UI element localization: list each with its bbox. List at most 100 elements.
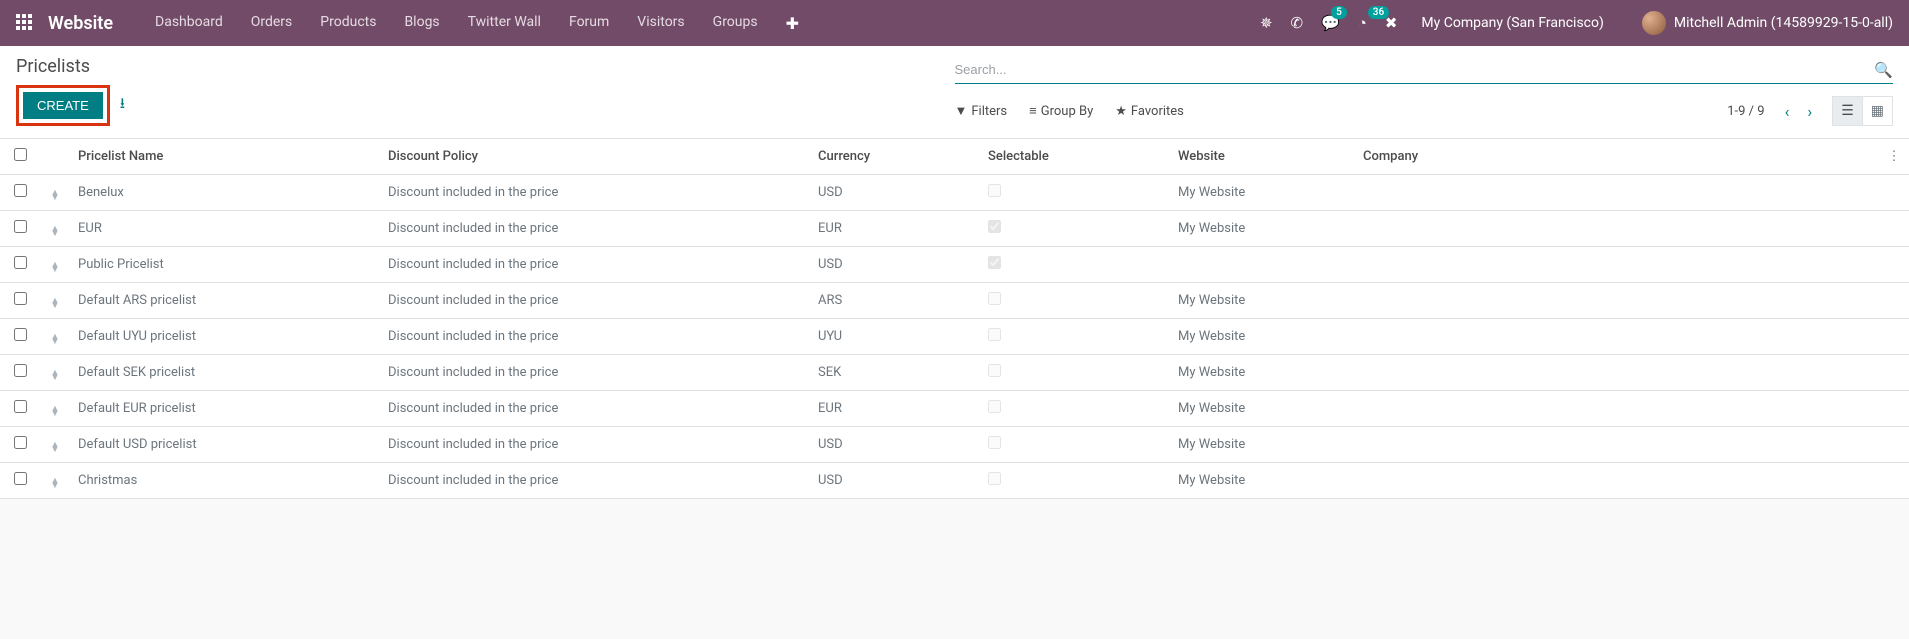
- cell-name: Christmas: [70, 463, 380, 499]
- pager-text: 1-9 / 9: [1727, 104, 1764, 119]
- table-row[interactable]: ▲▼Default UYU pricelistDiscount included…: [0, 319, 1909, 355]
- chat-icon[interactable]: 💬5: [1321, 14, 1340, 32]
- nav-menu: Dashboard Orders Products Blogs Twitter …: [141, 14, 813, 33]
- control-panel: Pricelists CREATE ⭳ 🔍 ▼ Filters ≡ Group …: [0, 46, 1909, 139]
- cell-selectable-checkbox: [988, 328, 1001, 341]
- nav-visitors[interactable]: Visitors: [623, 14, 698, 33]
- pager-prev-icon[interactable]: ‹: [1779, 98, 1796, 125]
- header-currency[interactable]: Currency: [810, 139, 980, 175]
- phone-icon[interactable]: ✆: [1291, 14, 1304, 32]
- header-selectable[interactable]: Selectable: [980, 139, 1170, 175]
- view-switcher: ☰ ▦: [1832, 96, 1893, 126]
- cell-website: My Website: [1170, 211, 1355, 247]
- column-menu-icon[interactable]: ⋮: [1879, 139, 1909, 175]
- nav-forum[interactable]: Forum: [555, 14, 623, 33]
- groupby-button[interactable]: ≡ Group By: [1029, 103, 1093, 119]
- tools-icon[interactable]: ✖: [1385, 14, 1398, 32]
- user-name: Mitchell Admin (14589929-15-0-all): [1674, 15, 1893, 31]
- search-input[interactable]: [955, 56, 1875, 83]
- clock-icon[interactable]: ◔36: [1358, 14, 1367, 32]
- cell-currency: SEK: [810, 355, 980, 391]
- table-row[interactable]: ▲▼Default USD pricelistDiscount included…: [0, 427, 1909, 463]
- row-checkbox[interactable]: [14, 256, 27, 269]
- cell-currency: ARS: [810, 283, 980, 319]
- favorites-button[interactable]: ★ Favorites: [1115, 104, 1184, 119]
- nav-orders[interactable]: Orders: [237, 14, 307, 33]
- table-row[interactable]: ▲▼Public PricelistDiscount included in t…: [0, 247, 1909, 283]
- list-view-button[interactable]: ☰: [1833, 97, 1863, 125]
- cell-name: Default SEK pricelist: [70, 355, 380, 391]
- cell-company: [1355, 283, 1879, 319]
- row-checkbox[interactable]: [14, 436, 27, 449]
- table-row[interactable]: ▲▼Default ARS pricelistDiscount included…: [0, 283, 1909, 319]
- cell-website: My Website: [1170, 355, 1355, 391]
- search-icon[interactable]: 🔍: [1874, 61, 1893, 79]
- drag-handle-icon[interactable]: ▲▼: [40, 319, 70, 355]
- nav-twitter-wall[interactable]: Twitter Wall: [454, 14, 555, 33]
- drag-handle-icon[interactable]: ▲▼: [40, 427, 70, 463]
- table-row[interactable]: ▲▼EURDiscount included in the priceEURMy…: [0, 211, 1909, 247]
- cell-selectable-checkbox: [988, 220, 1001, 233]
- systray: ✵ ✆ 💬5 ◔36 ✖ My Company (San Francisco) …: [1260, 11, 1893, 35]
- row-checkbox[interactable]: [14, 220, 27, 233]
- row-checkbox[interactable]: [14, 184, 27, 197]
- filters-button[interactable]: ▼ Filters: [955, 103, 1008, 119]
- table-row[interactable]: ▲▼BeneluxDiscount included in the priceU…: [0, 175, 1909, 211]
- cell-currency: EUR: [810, 211, 980, 247]
- table-row[interactable]: ▲▼ChristmasDiscount included in the pric…: [0, 463, 1909, 499]
- row-checkbox[interactable]: [14, 292, 27, 305]
- cell-currency: USD: [810, 427, 980, 463]
- nav-products[interactable]: Products: [306, 14, 390, 33]
- drag-handle-icon[interactable]: ▲▼: [40, 175, 70, 211]
- create-button[interactable]: CREATE: [23, 92, 103, 119]
- cell-policy: Discount included in the price: [380, 211, 810, 247]
- cell-name: Benelux: [70, 175, 380, 211]
- drag-handle-icon[interactable]: ▲▼: [40, 463, 70, 499]
- funnel-icon: ▼: [955, 103, 968, 119]
- cell-selectable-checkbox: [988, 400, 1001, 413]
- company-selector[interactable]: My Company (San Francisco): [1421, 15, 1603, 31]
- bug-icon[interactable]: ✵: [1260, 14, 1273, 32]
- drag-handle-icon[interactable]: ▲▼: [40, 355, 70, 391]
- row-checkbox[interactable]: [14, 364, 27, 377]
- user-menu[interactable]: Mitchell Admin (14589929-15-0-all): [1642, 11, 1893, 35]
- row-checkbox[interactable]: [14, 400, 27, 413]
- cell-policy: Discount included in the price: [380, 463, 810, 499]
- cell-policy: Discount included in the price: [380, 355, 810, 391]
- drag-handle-icon[interactable]: ▲▼: [40, 247, 70, 283]
- cell-currency: USD: [810, 247, 980, 283]
- table-row[interactable]: ▲▼Default EUR pricelistDiscount included…: [0, 391, 1909, 427]
- avatar: [1642, 11, 1666, 35]
- cell-policy: Discount included in the price: [380, 283, 810, 319]
- header-company[interactable]: Company: [1355, 139, 1879, 175]
- header-name[interactable]: Pricelist Name: [70, 139, 380, 175]
- plus-icon[interactable]: ✚: [772, 14, 813, 33]
- row-checkbox[interactable]: [14, 472, 27, 485]
- import-icon[interactable]: ⭳: [120, 93, 125, 118]
- drag-handle-icon[interactable]: ▲▼: [40, 391, 70, 427]
- cell-policy: Discount included in the price: [380, 391, 810, 427]
- cell-name: EUR: [70, 211, 380, 247]
- select-all-checkbox[interactable]: [14, 148, 27, 161]
- drag-handle-icon[interactable]: ▲▼: [40, 211, 70, 247]
- cell-policy: Discount included in the price: [380, 319, 810, 355]
- cell-selectable-checkbox: [988, 256, 1001, 269]
- pager-next-icon[interactable]: ›: [1801, 98, 1818, 125]
- cell-company: [1355, 211, 1879, 247]
- nav-blogs[interactable]: Blogs: [390, 14, 453, 33]
- cell-currency: UYU: [810, 319, 980, 355]
- brand-title[interactable]: Website: [48, 13, 113, 34]
- nav-dashboard[interactable]: Dashboard: [141, 14, 237, 33]
- kanban-view-button[interactable]: ▦: [1863, 97, 1892, 125]
- header-policy[interactable]: Discount Policy: [380, 139, 810, 175]
- row-checkbox[interactable]: [14, 328, 27, 341]
- cell-selectable-checkbox: [988, 436, 1001, 449]
- apps-icon[interactable]: [16, 14, 34, 32]
- cell-website: My Website: [1170, 463, 1355, 499]
- nav-groups[interactable]: Groups: [699, 14, 772, 33]
- drag-handle-icon[interactable]: ▲▼: [40, 283, 70, 319]
- top-nav: Website Dashboard Orders Products Blogs …: [0, 0, 1909, 46]
- header-website[interactable]: Website: [1170, 139, 1355, 175]
- cell-website: My Website: [1170, 283, 1355, 319]
- table-row[interactable]: ▲▼Default SEK pricelistDiscount included…: [0, 355, 1909, 391]
